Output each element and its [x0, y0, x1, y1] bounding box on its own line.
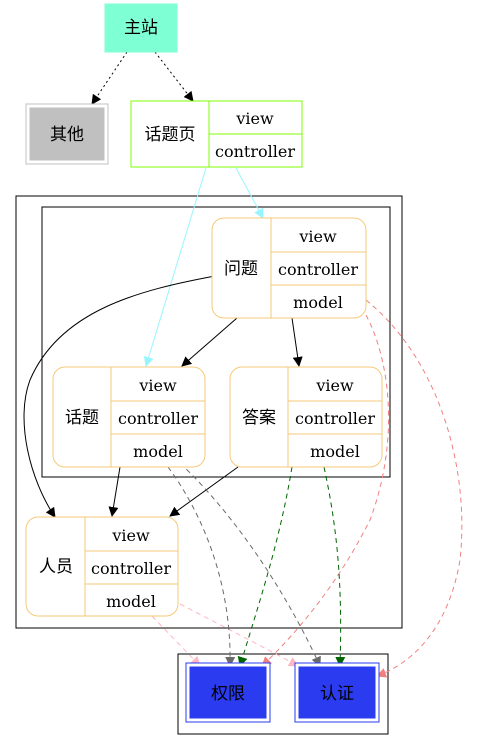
- other-label: 其他: [50, 125, 84, 145]
- person-field-model: model: [106, 592, 156, 611]
- main-site-node[interactable]: 主站: [104, 3, 178, 53]
- permission-node[interactable]: 权限: [185, 662, 271, 723]
- edge-topic-to-person: [108, 466, 121, 517]
- edge-answer-to-person: [169, 466, 239, 517]
- question-field-controller: controller: [278, 260, 358, 279]
- edge-main-to-topic-page: [154, 51, 194, 102]
- main-site-label: 主站: [124, 18, 158, 38]
- edge-topic-page-to-question: [235, 167, 264, 219]
- topic-field-controller: controller: [118, 409, 198, 428]
- person-node[interactable]: 人员 view controller model: [25, 516, 179, 617]
- topic-node[interactable]: 话题 view controller model: [52, 366, 206, 468]
- permission-label: 权限: [211, 684, 245, 704]
- edge-question-to-answer: [291, 317, 303, 367]
- edge-person-to-permission: [151, 615, 201, 667]
- topic-page-label: 话题页: [145, 125, 196, 145]
- answer-label: 答案: [242, 408, 276, 428]
- topic-page-field-controller: controller: [215, 142, 295, 161]
- answer-field-controller: controller: [295, 409, 375, 428]
- topic-page-node[interactable]: 话题页 view controller: [130, 100, 303, 168]
- question-label: 问题: [224, 259, 258, 279]
- edge-main-to-other: [91, 51, 128, 105]
- question-field-model: model: [293, 293, 343, 312]
- person-label: 人员: [39, 557, 73, 577]
- topic-page-field-view: view: [235, 109, 274, 128]
- edge-topic-page-to-topic: [143, 167, 207, 367]
- person-field-view: view: [111, 526, 150, 545]
- answer-field-model: model: [310, 442, 360, 461]
- edge-person-to-auth: [179, 603, 299, 667]
- topic-field-view: view: [138, 376, 177, 395]
- auth-label: 认证: [320, 684, 354, 704]
- question-field-view: view: [298, 227, 337, 246]
- edge-question-to-topic: [181, 317, 238, 367]
- answer-node[interactable]: 答案 view controller model: [229, 366, 383, 468]
- question-node[interactable]: 问题 view controller model: [211, 217, 367, 319]
- edge-answer-to-auth: [323, 466, 346, 667]
- person-field-controller: controller: [91, 559, 171, 578]
- other-node[interactable]: 其他: [25, 103, 109, 165]
- diagram-canvas: 主站 其他 话题页 view controller 问题 view contro…: [15, 3, 463, 735]
- answer-field-view: view: [315, 376, 354, 395]
- edge-answer-to-permission: [237, 466, 293, 667]
- topic-field-model: model: [133, 442, 183, 461]
- auth-node[interactable]: 认证: [294, 662, 380, 723]
- topic-label: 话题: [65, 408, 99, 428]
- edge-question-to-auth: [365, 299, 463, 678]
